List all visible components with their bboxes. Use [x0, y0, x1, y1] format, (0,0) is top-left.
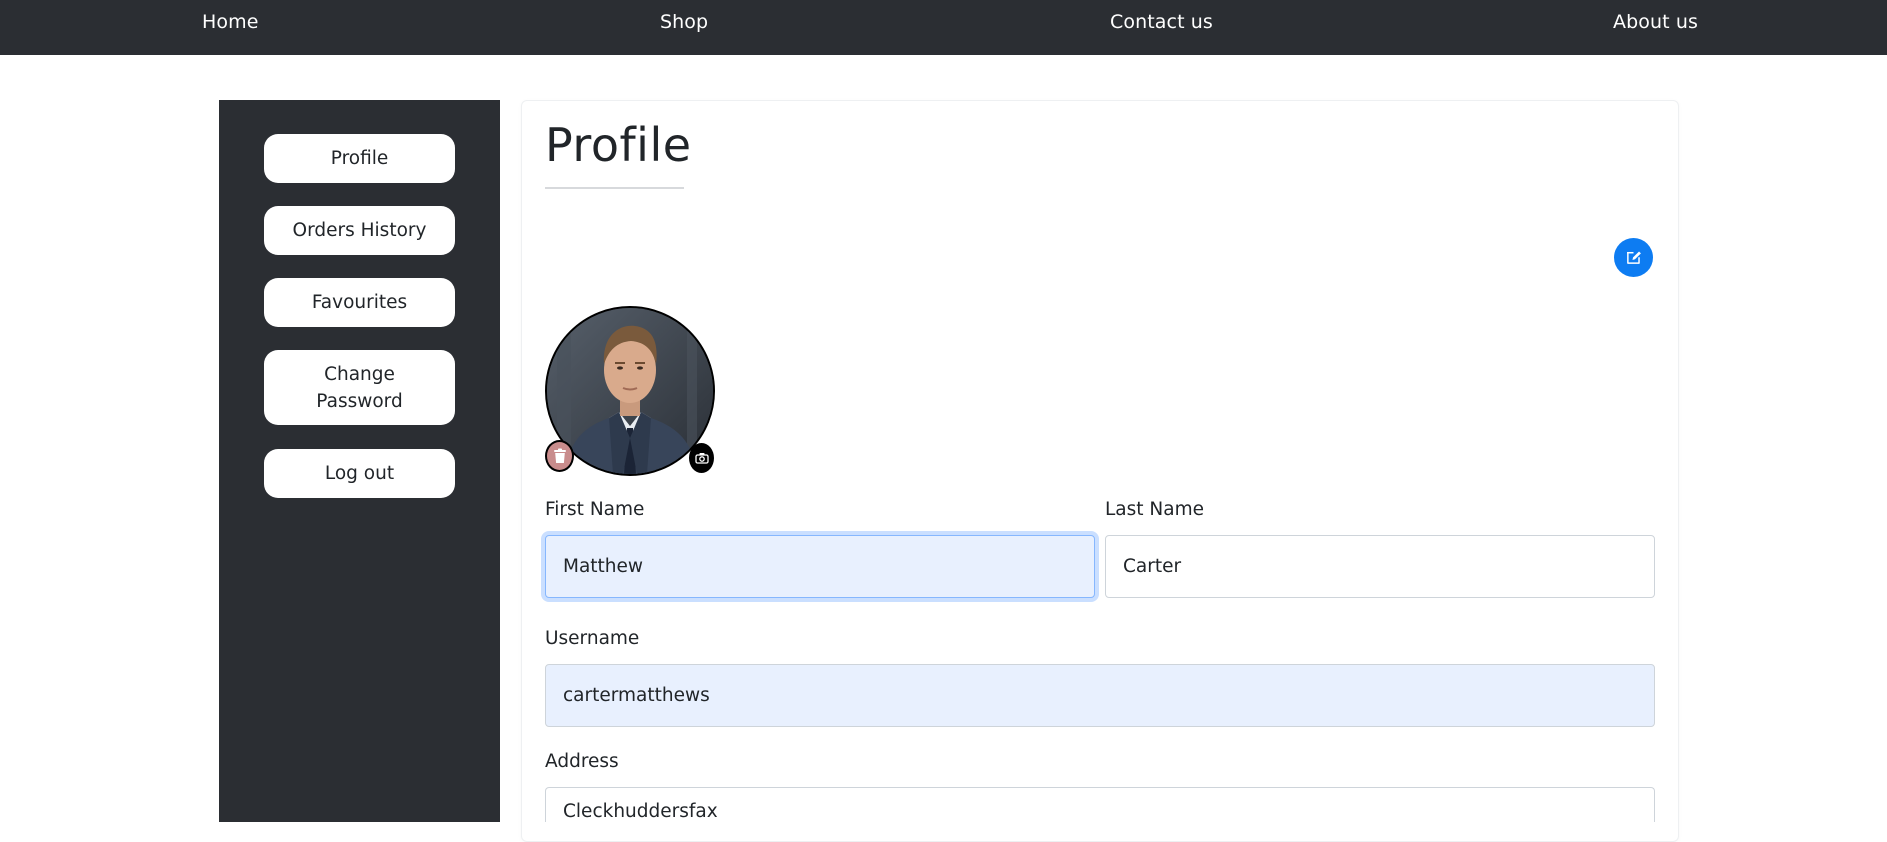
camera-icon	[694, 452, 709, 464]
address-input[interactable]	[545, 787, 1655, 822]
sidebar-item-favourites[interactable]: Favourites	[264, 278, 455, 327]
change-photo-button[interactable]	[689, 443, 714, 473]
nav-link-shop[interactable]: Shop	[660, 11, 708, 33]
first-name-label: First Name	[545, 499, 645, 520]
edit-icon	[1625, 249, 1642, 266]
nav-link-contact[interactable]: Contact us	[1110, 11, 1213, 33]
nav-link-about[interactable]: About us	[1613, 11, 1698, 33]
sidebar-item-change-password[interactable]: Change Password	[264, 350, 455, 425]
last-name-input[interactable]	[1105, 535, 1655, 598]
sidebar-item-profile[interactable]: Profile	[264, 134, 455, 183]
first-name-input[interactable]	[545, 535, 1095, 598]
account-sidebar: Profile Orders History Favourites Change…	[219, 100, 500, 822]
sidebar-item-orders-history[interactable]: Orders History	[264, 206, 455, 255]
address-label: Address	[545, 751, 619, 772]
top-navbar: Home Shop Contact us About us	[0, 0, 1887, 55]
nav-link-home[interactable]: Home	[202, 11, 259, 33]
edit-profile-button[interactable]	[1614, 238, 1653, 277]
last-name-label: Last Name	[1105, 499, 1204, 520]
delete-photo-button[interactable]	[545, 440, 574, 472]
title-divider	[545, 187, 684, 189]
page-title: Profile	[545, 118, 692, 172]
trash-icon	[553, 448, 567, 464]
username-input[interactable]	[545, 664, 1655, 727]
username-label: Username	[545, 628, 640, 649]
sidebar-item-log-out[interactable]: Log out	[264, 449, 455, 498]
